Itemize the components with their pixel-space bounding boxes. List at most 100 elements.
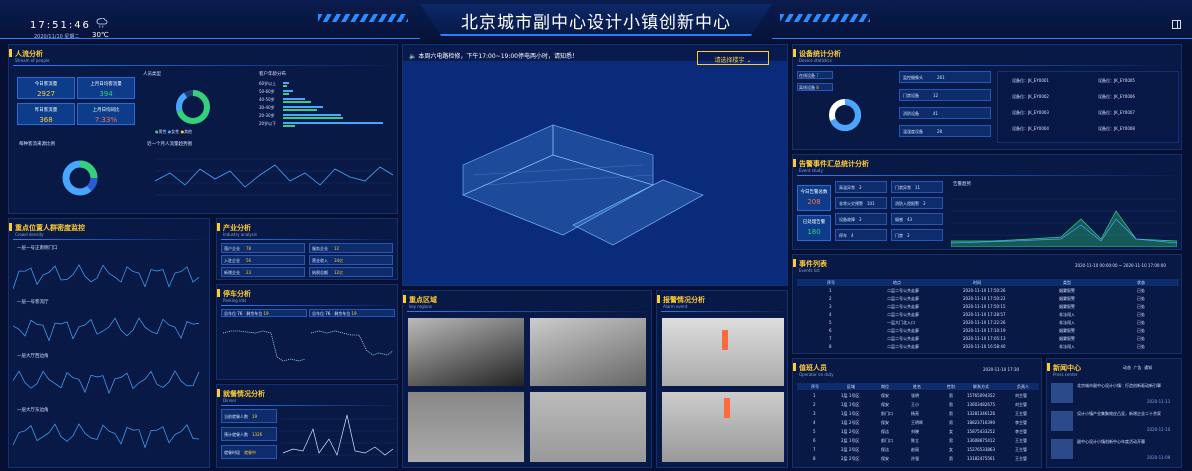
event-type-item[interactable]: 消防入侵报警 3 <box>891 197 943 209</box>
staff-row[interactable]: 3 1层 1号区 前门口 杨亮男 13281346126 王主管 <box>797 410 1039 417</box>
page-title: 北京城市副中心设计小镇创新中心 <box>461 13 731 33</box>
age-bar <box>283 122 383 124</box>
staff-row[interactable]: 6 2层 1号区 前门口 陈立男 13608875412 王主管 <box>797 437 1039 444</box>
age-bar <box>283 101 311 103</box>
alarm-camera-1[interactable] <box>661 317 785 387</box>
staff-row[interactable]: 2 1层 1号区 保安 王小男 13603482675 刘主管 <box>797 401 1039 408</box>
event-row[interactable]: 8 二层二号公共走廊 2020-11-10 16:58:40 非法闯入 已处 <box>797 343 1179 350</box>
staff-row[interactable]: 7 2层 2号区 保洁 赵丽女 15276533863 王主管 <box>797 446 1039 453</box>
staff-row[interactable]: 8 2层 2号区 保安 孙强男 13182475561 王主管 <box>797 455 1039 462</box>
cloud-rain-icon <box>96 18 108 28</box>
event-row[interactable]: 5 一层大门北入口 2020-11-10 17:22:26 非法闯入 已处 <box>797 319 1179 326</box>
staff-row[interactable]: 4 1层 2号区 保安 王明晖男 18823716390 李主管 <box>797 419 1039 426</box>
event-type-item[interactable]: 设备故障 3 <box>835 213 887 225</box>
events-table: 序号 地点 时间 类型 状态 1 二层二号公共走廊 2020-11-10 17:50… <box>797 279 1179 351</box>
age-bar <box>283 98 305 100</box>
device-online: 在线设备 7 <box>797 71 833 79</box>
device-code-grid: 设备位：JK_EY0001 设备位：JK_EY0002 设备位：JK_EY0003 设… <box>997 71 1179 143</box>
age-bar-label: 20岁以下 <box>259 121 277 126</box>
parking-right-chart <box>310 330 394 356</box>
crowd-row-label: 一层一号客流厅 <box>17 300 49 305</box>
key-regions-subtitle: key regions <box>409 304 433 309</box>
device-donut <box>829 99 861 131</box>
building-model <box>462 124 704 246</box>
device-category[interactable]: 消防设备 41 <box>899 107 991 119</box>
staff-row[interactable]: 1 1层 1号区 保安 张明男 15765094352 刘主管 <box>797 392 1039 399</box>
news-thumbnail[interactable] <box>1051 411 1073 431</box>
parking-subtitle: Parking lots <box>223 298 247 303</box>
staff-panel: 值班人员 Operator on duty 2020-11-10 17:30 序… <box>792 358 1042 468</box>
gender-legend: ●男性 ●女性 ●其他 <box>155 129 193 134</box>
dinner-panel: 就餐情况分析 Dinner 当前就餐人数 19 预计就餐人数 1326 就餐时段 就餐中 <box>216 384 398 468</box>
alarm-person-marker <box>722 330 728 350</box>
device-code[interactable]: 设备位：JK_EY0003 <box>1012 110 1049 116</box>
source-donut <box>62 160 98 196</box>
industry-item: 新增企业 23 <box>221 267 305 277</box>
age-bar <box>283 82 289 84</box>
device-code[interactable]: 设备位：JK_EY0005 <box>1098 78 1135 84</box>
building-select[interactable]: 请选择楼宇 ⌄ <box>697 51 769 65</box>
device-code[interactable]: 设备位：JK_EY0001 <box>1012 78 1049 84</box>
event-type-item[interactable]: 门禁异常 11 <box>891 181 943 193</box>
camera-feed-3[interactable] <box>407 391 525 463</box>
metric-today: 今日客流量 2927 <box>17 77 75 99</box>
industry-item: 入驻企业 56 <box>221 255 305 265</box>
events-date-range[interactable]: 2020-11-10 00:00:00 ~ 2020-11-10 17:00:0… <box>1075 263 1166 268</box>
device-code[interactable]: 设备位：JK_EY0006 <box>1098 94 1135 100</box>
news-headline[interactable]: 副中心设计小镇创新中心年度活动开幕 <box>1077 439 1177 445</box>
clock-time: 17:51:46 <box>30 20 91 31</box>
event-row[interactable]: 3 二层二号公共走廊 2020-11-10 17:50:15 烟雾报警 已处 <box>797 303 1179 310</box>
crowd-panel: 重点位置人群密度监控 Crowd density 一层一号正南侧门口 一层一号客流… <box>8 218 210 468</box>
building-3d-view[interactable]: 🔈 本周六电路检修，下午17:00~19:00停电两小时，请知悉！ 请选择楼宇 … <box>402 44 788 286</box>
camera-feed-1[interactable] <box>407 317 525 387</box>
event-total-box: 今日告警总数 208 <box>797 185 831 211</box>
event-type-item[interactable]: 高温异常 3 <box>835 181 887 193</box>
crowd-density-chart <box>13 264 200 290</box>
events-list-subtitle: Events list <box>799 268 820 273</box>
news-tab[interactable]: 动态 <box>1123 365 1131 370</box>
staff-subtitle: Operator on duty <box>799 372 834 377</box>
device-category[interactable]: 门禁设备 12 <box>899 89 991 101</box>
event-type-item[interactable]: 非常火灾预警 101 <box>835 197 887 209</box>
exit-icon[interactable] <box>1172 20 1181 29</box>
device-code[interactable]: 设备位：JK_EY0004 <box>1012 126 1049 132</box>
header-right-line <box>772 38 1192 39</box>
event-row[interactable]: 6 二层二号公共走廊 2020-11-10 17:10:19 烟雾报警 已处 <box>797 327 1179 334</box>
event-type-item[interactable]: 门禁 3 <box>891 229 943 241</box>
news-thumbnail[interactable] <box>1051 383 1073 403</box>
device-code[interactable]: 设备位：JK_EY0008 <box>1098 126 1135 132</box>
news-tab[interactable]: 广告 <box>1134 365 1142 370</box>
event-row[interactable]: 2 二层二号公共走廊 2020-11-10 17:50:22 烟雾报警 已处 <box>797 295 1179 302</box>
news-date: 2020-11-10 <box>1147 427 1171 432</box>
device-category[interactable]: 监控摄像头 261 <box>899 71 991 83</box>
staff-row[interactable]: 5 1层 2号区 保洁 刘晓女 15875433252 李主管 <box>797 428 1039 435</box>
news-headline[interactable]: 设计小镇产业集聚效应凸显，新增企业二十余家 <box>1077 411 1177 417</box>
news-headline[interactable]: 北京城市副中心设计小镇：打造创新驱动新引擎 <box>1077 383 1177 389</box>
header-left-stripes <box>318 14 408 22</box>
news-subtitle: Press center <box>1053 372 1078 377</box>
event-type-item[interactable]: 烟感 43 <box>891 213 943 225</box>
news-tab[interactable]: 通知 <box>1144 365 1152 370</box>
device-code[interactable]: 设备位：JK_EY0002 <box>1012 94 1049 100</box>
alarm-person-marker <box>724 398 730 418</box>
event-done-box: 已处理告警 180 <box>797 215 831 241</box>
camera-feed-4[interactable] <box>529 391 647 463</box>
camera-feed-2[interactable] <box>529 317 647 387</box>
crowd-row-label: 一层大厅东边角 <box>17 408 49 413</box>
device-code[interactable]: 设备位：JK_EY0007 <box>1098 110 1135 116</box>
event-row[interactable]: 4 二层二号公共走廊 2020-11-10 17:28:57 非法闯入 已处 <box>797 311 1179 318</box>
alarm-camera-2[interactable] <box>661 391 785 463</box>
event-type-item[interactable]: 停车 4 <box>835 229 887 241</box>
news-date: 2020-11-11 <box>1147 399 1171 404</box>
news-thumbnail[interactable] <box>1051 439 1073 459</box>
device-category[interactable]: 温湿度设备 28 <box>899 125 991 137</box>
age-bar <box>283 106 323 108</box>
event-row[interactable]: 1 二层二号公共走廊 2020-11-10 17:50:26 烟雾报警 已处 <box>797 287 1179 294</box>
alarm-panel: 报警情况分析 Alarm event <box>656 290 788 468</box>
age-bar-label: 40-50岁 <box>259 97 275 102</box>
metric-yoy: 上月日均同比 7.33% <box>77 103 135 125</box>
industry-item: 落户企业 78 <box>221 243 305 253</box>
device-offline: 离线设备 8 <box>797 83 833 91</box>
age-bar-label: 30-40岁 <box>259 105 275 110</box>
event-row[interactable]: 7 二层二号公共走廊 2020-11-10 17:05:13 烟雾报警 已处 <box>797 335 1179 342</box>
